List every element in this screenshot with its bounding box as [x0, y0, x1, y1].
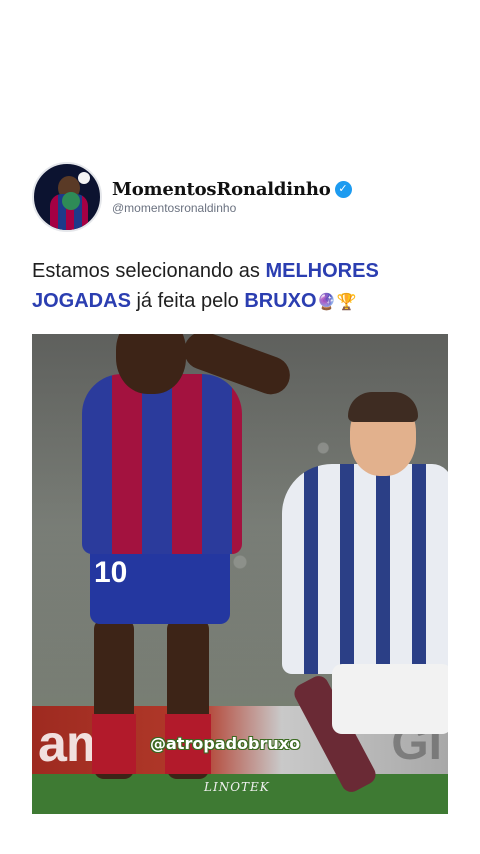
player-sock-left [92, 714, 136, 774]
verified-badge-icon: ✓ [334, 181, 352, 198]
avatar[interactable] [32, 162, 102, 232]
caption-highlight-2: BRUXO [244, 290, 317, 312]
ball-icon [78, 172, 90, 184]
post-caption: Estamos selecionando as MELHORES JOGADAS… [32, 256, 452, 317]
opponent-shorts [332, 664, 448, 734]
opponent-hair [348, 392, 418, 422]
video-watermark: @atropadobruxo [150, 734, 301, 753]
opponent-shirt [282, 464, 448, 674]
video-secondary-watermark: LINOTEK [204, 780, 270, 794]
post-media[interactable]: am GI 10 @atropadobruxo LINOTEK [32, 334, 448, 814]
account-names: MomentosRonaldinho ✓ @momentosronaldinho [112, 179, 352, 215]
player-shirt [82, 374, 242, 554]
account-handle[interactable]: @momentosronaldinho [112, 201, 352, 215]
avatar-emblem [62, 192, 80, 210]
caption-text-1: Estamos selecionando as [32, 260, 266, 282]
crystal-ball-trophy-icon: 🔮🏆 [316, 292, 357, 311]
display-name[interactable]: MomentosRonaldinho [112, 179, 331, 200]
shirt-number: 10 [94, 556, 128, 589]
caption-text-2: já feita pelo [130, 290, 245, 312]
post-header: MomentosRonaldinho ✓ @momentosronaldinho [32, 162, 352, 232]
post-screen: MomentosRonaldinho ✓ @momentosronaldinho… [0, 0, 480, 854]
name-row: MomentosRonaldinho ✓ [112, 179, 352, 200]
